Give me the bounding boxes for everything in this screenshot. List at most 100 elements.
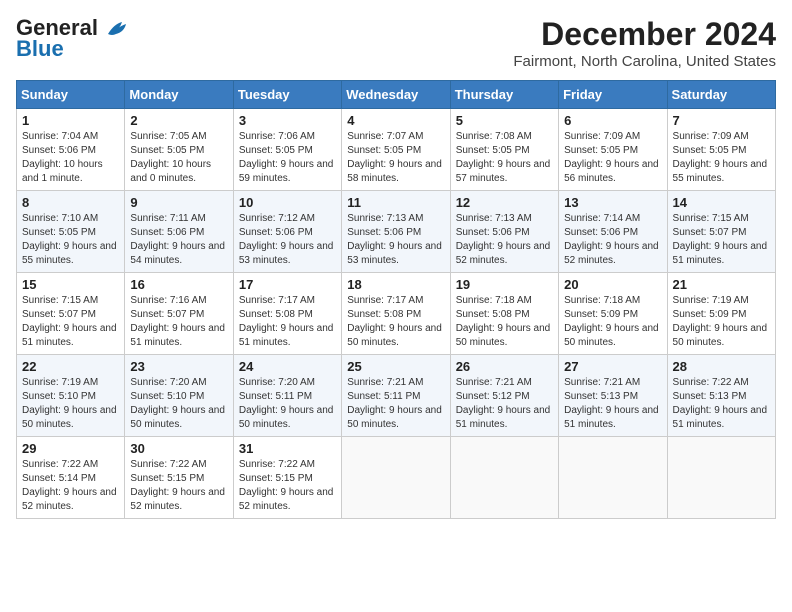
day-info: Sunrise: 7:21 AM Sunset: 5:12 PM Dayligh… xyxy=(456,376,553,432)
day-number: 23 xyxy=(130,359,227,374)
day-info: Sunrise: 7:18 AM Sunset: 5:08 PM Dayligh… xyxy=(456,294,553,350)
calendar-cell xyxy=(559,437,667,519)
calendar-cell: 3 Sunrise: 7:06 AM Sunset: 5:05 PM Daylig… xyxy=(233,109,341,191)
day-info: Sunrise: 7:11 AM Sunset: 5:06 PM Dayligh… xyxy=(130,212,227,268)
day-info: Sunrise: 7:09 AM Sunset: 5:05 PM Dayligh… xyxy=(673,130,770,186)
day-number: 15 xyxy=(22,277,119,292)
calendar-cell: 29 Sunrise: 7:22 AM Sunset: 5:14 PM Dayli… xyxy=(17,437,125,519)
day-number: 19 xyxy=(456,277,553,292)
day-info: Sunrise: 7:19 AM Sunset: 5:09 PM Dayligh… xyxy=(673,294,770,350)
day-info: Sunrise: 7:13 AM Sunset: 5:06 PM Dayligh… xyxy=(347,212,444,268)
calendar-cell: 30 Sunrise: 7:22 AM Sunset: 5:15 PM Dayli… xyxy=(125,437,233,519)
day-number: 20 xyxy=(564,277,661,292)
day-info: Sunrise: 7:18 AM Sunset: 5:09 PM Dayligh… xyxy=(564,294,661,350)
day-info: Sunrise: 7:20 AM Sunset: 5:11 PM Dayligh… xyxy=(239,376,336,432)
calendar-cell: 2 Sunrise: 7:05 AM Sunset: 5:05 PM Daylig… xyxy=(125,109,233,191)
main-title: December 2024 xyxy=(513,16,776,53)
day-number: 1 xyxy=(22,113,119,128)
day-info: Sunrise: 7:20 AM Sunset: 5:10 PM Dayligh… xyxy=(130,376,227,432)
day-number: 25 xyxy=(347,359,444,374)
day-info: Sunrise: 7:17 AM Sunset: 5:08 PM Dayligh… xyxy=(347,294,444,350)
calendar-cell: 22Sunrise: 7:19 AM Sunset: 5:10 PM Dayli… xyxy=(17,355,125,437)
calendar-cell: 9 Sunrise: 7:11 AM Sunset: 5:06 PM Daylig… xyxy=(125,191,233,273)
col-header-sunday: Sunday xyxy=(17,81,125,109)
calendar-cell: 14 Sunrise: 7:15 AM Sunset: 5:07 PM Dayli… xyxy=(667,191,775,273)
col-header-monday: Monday xyxy=(125,81,233,109)
calendar-cell: 4Sunrise: 7:07 AM Sunset: 5:05 PM Daylig… xyxy=(342,109,450,191)
calendar-cell: 13 Sunrise: 7:14 AM Sunset: 5:06 PM Dayli… xyxy=(559,191,667,273)
logo: General Blue xyxy=(16,16,128,62)
day-info: Sunrise: 7:13 AM Sunset: 5:06 PM Dayligh… xyxy=(456,212,553,268)
day-info: Sunrise: 7:08 AM Sunset: 5:05 PM Dayligh… xyxy=(456,130,553,186)
calendar-cell xyxy=(342,437,450,519)
day-number: 28 xyxy=(673,359,770,374)
day-number: 7 xyxy=(673,113,770,128)
day-number: 6 xyxy=(564,113,661,128)
col-header-thursday: Thursday xyxy=(450,81,558,109)
calendar-cell: 1 Sunrise: 7:04 AM Sunset: 5:06 PM Daylig… xyxy=(17,109,125,191)
day-number: 26 xyxy=(456,359,553,374)
day-number: 12 xyxy=(456,195,553,210)
calendar-cell: 26 Sunrise: 7:21 AM Sunset: 5:12 PM Dayli… xyxy=(450,355,558,437)
day-info: Sunrise: 7:06 AM Sunset: 5:05 PM Dayligh… xyxy=(239,130,336,186)
day-number: 27 xyxy=(564,359,661,374)
calendar-cell: 12 Sunrise: 7:13 AM Sunset: 5:06 PM Dayli… xyxy=(450,191,558,273)
day-number: 22 xyxy=(22,359,119,374)
calendar-cell: 25 Sunrise: 7:21 AM Sunset: 5:11 PM Dayli… xyxy=(342,355,450,437)
day-info: Sunrise: 7:05 AM Sunset: 5:05 PM Dayligh… xyxy=(130,130,227,186)
day-number: 2 xyxy=(130,113,227,128)
day-info: Sunrise: 7:12 AM Sunset: 5:06 PM Dayligh… xyxy=(239,212,336,268)
calendar-cell xyxy=(667,437,775,519)
calendar-cell: 21 Sunrise: 7:19 AM Sunset: 5:09 PM Dayli… xyxy=(667,273,775,355)
calendar-cell xyxy=(450,437,558,519)
day-number: 13 xyxy=(564,195,661,210)
day-number: 18 xyxy=(347,277,444,292)
col-header-tuesday: Tuesday xyxy=(233,81,341,109)
day-info: Sunrise: 7:21 AM Sunset: 5:13 PM Dayligh… xyxy=(564,376,661,432)
day-info: Sunrise: 7:14 AM Sunset: 5:06 PM Dayligh… xyxy=(564,212,661,268)
logo-bird-icon xyxy=(106,20,128,38)
calendar-cell: 31Sunrise: 7:22 AM Sunset: 5:15 PM Dayli… xyxy=(233,437,341,519)
day-number: 8 xyxy=(22,195,119,210)
calendar-table: SundayMondayTuesdayWednesdayThursdayFrid… xyxy=(16,80,776,519)
day-info: Sunrise: 7:22 AM Sunset: 5:14 PM Dayligh… xyxy=(22,458,119,514)
calendar-cell: 7 Sunrise: 7:09 AM Sunset: 5:05 PM Daylig… xyxy=(667,109,775,191)
day-info: Sunrise: 7:21 AM Sunset: 5:11 PM Dayligh… xyxy=(347,376,444,432)
day-info: Sunrise: 7:09 AM Sunset: 5:05 PM Dayligh… xyxy=(564,130,661,186)
day-number: 5 xyxy=(456,113,553,128)
day-info: Sunrise: 7:04 AM Sunset: 5:06 PM Dayligh… xyxy=(22,130,119,186)
calendar-cell: 24Sunrise: 7:20 AM Sunset: 5:11 PM Dayli… xyxy=(233,355,341,437)
day-info: Sunrise: 7:22 AM Sunset: 5:15 PM Dayligh… xyxy=(130,458,227,514)
day-number: 4 xyxy=(347,113,444,128)
day-number: 14 xyxy=(673,195,770,210)
calendar-cell: 23 Sunrise: 7:20 AM Sunset: 5:10 PM Dayli… xyxy=(125,355,233,437)
day-info: Sunrise: 7:15 AM Sunset: 5:07 PM Dayligh… xyxy=(22,294,119,350)
day-info: Sunrise: 7:16 AM Sunset: 5:07 PM Dayligh… xyxy=(130,294,227,350)
col-header-saturday: Saturday xyxy=(667,81,775,109)
calendar-cell: 16 Sunrise: 7:16 AM Sunset: 5:07 PM Dayli… xyxy=(125,273,233,355)
day-number: 3 xyxy=(239,113,336,128)
col-header-friday: Friday xyxy=(559,81,667,109)
day-info: Sunrise: 7:22 AM Sunset: 5:13 PM Dayligh… xyxy=(673,376,770,432)
calendar-cell: 6 Sunrise: 7:09 AM Sunset: 5:05 PM Daylig… xyxy=(559,109,667,191)
day-info: Sunrise: 7:15 AM Sunset: 5:07 PM Dayligh… xyxy=(673,212,770,268)
calendar-cell: 20 Sunrise: 7:18 AM Sunset: 5:09 PM Dayli… xyxy=(559,273,667,355)
day-number: 30 xyxy=(130,441,227,456)
day-number: 9 xyxy=(130,195,227,210)
day-number: 16 xyxy=(130,277,227,292)
calendar-cell: 8Sunrise: 7:10 AM Sunset: 5:05 PM Daylig… xyxy=(17,191,125,273)
day-number: 11 xyxy=(347,195,444,210)
calendar-cell: 19 Sunrise: 7:18 AM Sunset: 5:08 PM Dayli… xyxy=(450,273,558,355)
day-number: 10 xyxy=(239,195,336,210)
day-number: 21 xyxy=(673,277,770,292)
day-number: 17 xyxy=(239,277,336,292)
calendar-cell: 5 Sunrise: 7:08 AM Sunset: 5:05 PM Daylig… xyxy=(450,109,558,191)
day-info: Sunrise: 7:17 AM Sunset: 5:08 PM Dayligh… xyxy=(239,294,336,350)
logo-blue: Blue xyxy=(16,36,64,62)
day-number: 31 xyxy=(239,441,336,456)
calendar-cell: 10 Sunrise: 7:12 AM Sunset: 5:06 PM Dayli… xyxy=(233,191,341,273)
day-number: 29 xyxy=(22,441,119,456)
subtitle: Fairmont, North Carolina, United States xyxy=(513,53,776,70)
page-header: General Blue December 2024 Fairmont, Nor… xyxy=(16,16,776,70)
calendar-cell: 11 Sunrise: 7:13 AM Sunset: 5:06 PM Dayli… xyxy=(342,191,450,273)
